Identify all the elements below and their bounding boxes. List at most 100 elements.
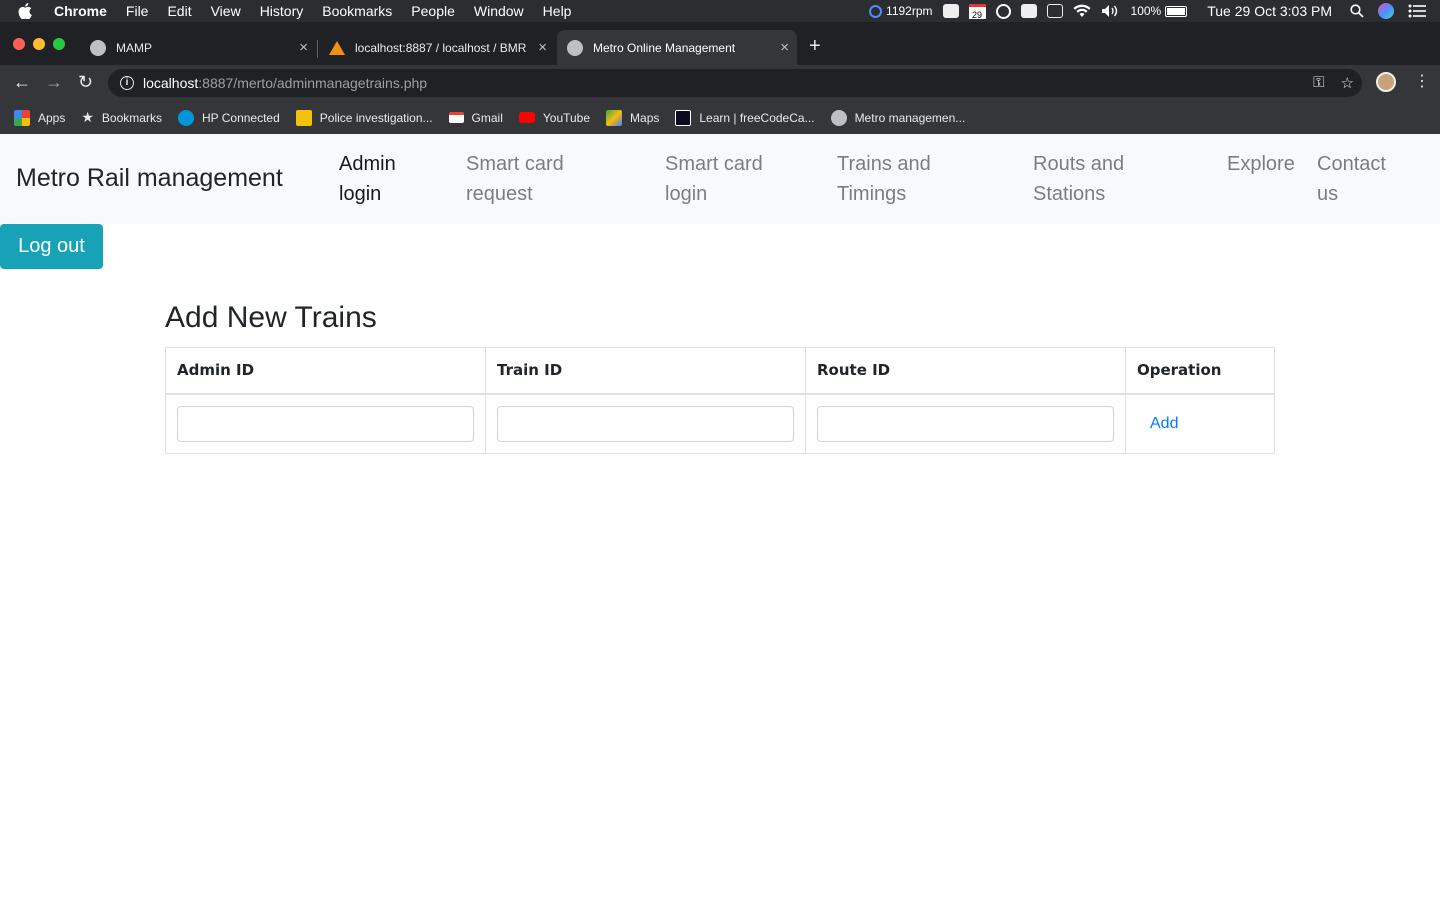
volume-icon[interactable] (1101, 4, 1121, 18)
bookmark-police-investigation[interactable]: Police investigation... (295, 109, 433, 126)
calendar-day: 29 (968, 3, 986, 20)
nav-admin-login[interactable]: Admin login (339, 149, 396, 209)
apple-icon[interactable] (18, 3, 36, 19)
wifi-icon[interactable] (1073, 4, 1091, 18)
macos-menu-bar: Chrome File Edit View History Bookmarks … (0, 0, 1440, 22)
notification-center-icon[interactable] (1408, 4, 1426, 18)
nav-trains-and-timings[interactable]: Trains and Timings (837, 149, 931, 209)
logout-button[interactable]: Log out (0, 224, 103, 269)
chrome-menu-icon[interactable]: ⋮ (1414, 73, 1430, 91)
bookmark-freecodecamp[interactable]: Learn | freeCodeCa... (675, 109, 815, 126)
grid-icon[interactable] (942, 4, 959, 18)
close-tab-icon[interactable]: × (299, 39, 308, 56)
nav-label: login (339, 183, 382, 205)
police-icon (295, 109, 312, 126)
browser-toolbar: ← → ↻ i localhost :8887/merto/adminmanag… (0, 65, 1440, 101)
siri-icon[interactable] (1378, 3, 1394, 19)
bookmark-hp-connected[interactable]: HP Connected (177, 109, 280, 126)
forward-button[interactable]: → (45, 71, 63, 93)
apps-grid-icon (14, 109, 30, 126)
bookmark-youtube[interactable]: YouTube (518, 110, 591, 125)
admin-id-input[interactable] (177, 405, 474, 442)
train-id-input[interactable] (497, 405, 794, 442)
spotlight-icon[interactable] (1350, 4, 1364, 18)
bookmark-label: Learn | freeCodeCa... (699, 110, 815, 125)
bookmark-metro-management[interactable]: Metro managemen... (830, 109, 965, 126)
bookmark-gmail[interactable]: Gmail (448, 110, 503, 125)
menu-edit[interactable]: Edit (167, 3, 191, 19)
freecodecamp-icon (675, 109, 692, 126)
clock[interactable]: Tue 29 Oct 3:03 PM (1207, 3, 1332, 19)
bookmark-apps[interactable]: Apps (14, 109, 65, 126)
bookmarks-bar: Apps ★ Bookmarks HP Connected Police inv… (0, 101, 1440, 134)
menu-people[interactable]: People (411, 3, 455, 19)
close-tab-icon[interactable]: × (538, 39, 547, 56)
circle-icon[interactable] (995, 3, 1011, 19)
bookmark-maps[interactable]: Maps (606, 109, 659, 126)
new-tab-button[interactable]: + (809, 36, 821, 56)
status-area: 1192rpm 29 100% Tue 29 Oct 3:03 PM (869, 0, 1440, 22)
bookmark-label: Police investigation... (319, 110, 433, 125)
tab-mamp[interactable]: MAMP × (80, 30, 316, 65)
close-window-button[interactable] (13, 38, 25, 50)
maps-icon (606, 109, 623, 126)
notification-icon[interactable] (1020, 4, 1037, 18)
metro-favicon-icon (830, 109, 847, 126)
tab-metro-online-management[interactable]: Metro Online Management × (557, 30, 797, 65)
header-admin-id: Admin ID (165, 347, 486, 395)
site-navbar: Metro Rail management Admin login Smart … (0, 134, 1440, 224)
nav-label: login (665, 183, 708, 205)
menu-file[interactable]: File (126, 3, 149, 19)
battery-percent: 100% (1130, 4, 1162, 18)
nav-label: Smart card (466, 153, 564, 175)
site-brand[interactable]: Metro Rail management (16, 164, 283, 193)
menu-chrome[interactable]: Chrome (54, 3, 107, 19)
tab-phpmyadmin[interactable]: localhost:8887 / localhost / BMR × (319, 30, 555, 65)
menu-window[interactable]: Window (474, 3, 524, 19)
metro-favicon-icon (567, 39, 583, 56)
address-bar[interactable]: i localhost :8887/merto/adminmanagetrain… (108, 69, 1362, 97)
phpmyadmin-favicon-icon (329, 40, 345, 55)
nav-contact-us[interactable]: Contact us (1317, 149, 1386, 209)
header-train-id: Train ID (485, 347, 806, 395)
minimize-window-button[interactable] (33, 38, 45, 50)
site-info-icon[interactable]: i (120, 76, 134, 90)
back-button[interactable]: ← (13, 71, 31, 93)
battery-status[interactable]: 100% (1131, 4, 1188, 18)
profile-avatar[interactable] (1376, 72, 1396, 92)
nav-label: Explore (1227, 153, 1295, 175)
menu-history[interactable]: History (260, 3, 304, 19)
nav-smart-card-request[interactable]: Smart card request (466, 149, 564, 209)
menu-view[interactable]: View (211, 3, 241, 19)
nav-explore[interactable]: Explore (1227, 149, 1295, 179)
bookmark-bookmarks[interactable]: ★ Bookmarks (81, 109, 162, 126)
route-id-input[interactable] (817, 405, 1114, 442)
bookmark-star-icon[interactable]: ☆ (1341, 74, 1354, 92)
menu-bookmarks[interactable]: Bookmarks (322, 3, 392, 19)
key-icon[interactable]: ⚿ (1313, 74, 1324, 92)
reload-button[interactable]: ↻ (78, 71, 93, 93)
keyboard-icon[interactable] (1046, 4, 1063, 18)
bookmark-label: YouTube (542, 110, 591, 125)
fan-icon (869, 4, 883, 18)
star-icon: ★ (81, 109, 94, 125)
nav-label: Stations (1033, 183, 1106, 205)
nav-smart-card-login[interactable]: Smart card login (665, 149, 763, 209)
close-tab-icon[interactable]: × (780, 39, 789, 56)
bookmark-label: Gmail (471, 110, 503, 125)
add-train-table: Admin ID Train ID Route ID Operation Add (165, 347, 1275, 454)
tab-separator (317, 40, 318, 58)
operation-cell: Add (1125, 393, 1275, 454)
page-title: Add New Trains (165, 301, 377, 334)
web-page: Metro Rail management Admin login Smart … (0, 134, 1440, 900)
fan-status[interactable]: 1192rpm (869, 4, 933, 18)
nav-routs-and-stations[interactable]: Routs and Stations (1033, 149, 1124, 209)
bookmark-label: HP Connected (201, 110, 280, 125)
zoom-window-button[interactable] (53, 38, 65, 50)
youtube-icon (518, 112, 535, 123)
add-button[interactable]: Add (1150, 415, 1178, 432)
nav-label: request (466, 183, 533, 205)
nav-label: us (1317, 183, 1339, 205)
menu-help[interactable]: Help (543, 3, 572, 19)
calendar-icon[interactable]: 29 (968, 3, 986, 20)
